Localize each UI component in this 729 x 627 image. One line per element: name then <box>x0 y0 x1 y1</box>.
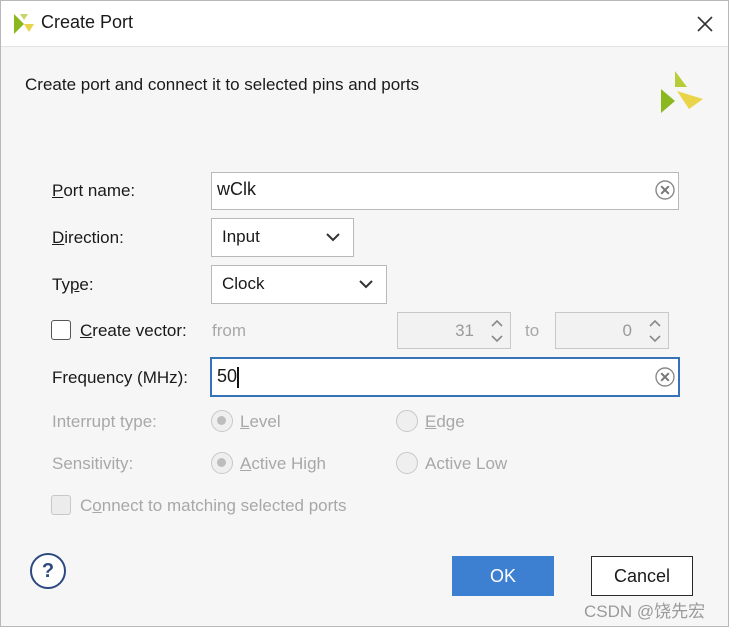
interrupt-level-radio[interactable] <box>211 410 233 432</box>
close-icon[interactable] <box>692 11 718 37</box>
window-title: Create Port <box>41 12 134 32</box>
sensitivity-active-high-radio[interactable] <box>211 452 233 474</box>
port-name-value: wClk <box>217 179 256 199</box>
clear-port-name-icon[interactable] <box>655 180 675 200</box>
dialog-description: Create port and connect it to selected p… <box>25 75 420 94</box>
create-vector-label: Create vector: <box>80 321 187 340</box>
ok-button[interactable]: OK <box>452 556 554 596</box>
frequency-value: 50 <box>217 366 238 386</box>
interrupt-type-label: Interrupt type: <box>52 412 157 431</box>
vector-from-spinner[interactable]: 31 <box>397 312 511 349</box>
interrupt-edge-radio[interactable] <box>396 410 418 432</box>
sensitivity-active-high-label: Active High <box>240 454 326 473</box>
frequency-label: Frequency (MHz): <box>52 368 189 387</box>
type-select[interactable]: Clock <box>211 265 387 304</box>
cancel-button[interactable]: Cancel <box>591 556 693 596</box>
sensitivity-active-low-radio[interactable] <box>396 452 418 474</box>
vector-from-label: from <box>212 321 246 340</box>
connect-matching-label: Connect to matching selected ports <box>80 496 347 515</box>
vector-from-value: 31 <box>455 321 474 340</box>
port-name-label: Port name: <box>52 181 136 200</box>
vector-to-value: 0 <box>622 321 632 340</box>
title-bar: Create Port <box>1 1 728 47</box>
direction-label: Direction: <box>52 228 124 247</box>
direction-value: Input <box>222 227 260 246</box>
vector-to-label: to <box>525 321 540 340</box>
spinner-arrows-icon[interactable] <box>488 316 506 346</box>
xilinx-logo-icon <box>14 14 34 34</box>
port-name-input[interactable]: wClk <box>211 172 679 210</box>
type-value: Clock <box>222 274 265 293</box>
type-label: Type: <box>52 275 94 294</box>
text-cursor <box>237 367 239 388</box>
clear-frequency-icon[interactable] <box>655 367 675 387</box>
interrupt-level-label: Level <box>240 412 281 431</box>
sensitivity-active-low-label: Active Low <box>425 454 508 473</box>
spinner-arrows-icon[interactable] <box>646 316 664 346</box>
direction-select[interactable]: Input <box>211 218 354 257</box>
connect-matching-checkbox[interactable] <box>51 495 71 515</box>
help-button[interactable]: ? <box>30 553 66 589</box>
create-vector-checkbox[interactable] <box>51 320 71 340</box>
create-port-dialog: Create Port Create port and connect it t… <box>0 0 729 627</box>
xilinx-brand-logo-icon <box>661 71 703 113</box>
vector-to-spinner[interactable]: 0 <box>555 312 669 349</box>
frequency-input[interactable]: 50 <box>210 357 680 397</box>
interrupt-edge-label: Edge <box>425 412 465 431</box>
chevron-down-icon <box>326 233 340 242</box>
chevron-down-icon <box>359 280 373 289</box>
sensitivity-label: Sensitivity: <box>52 454 134 473</box>
watermark: CSDN @饶先宏 <box>584 602 706 621</box>
